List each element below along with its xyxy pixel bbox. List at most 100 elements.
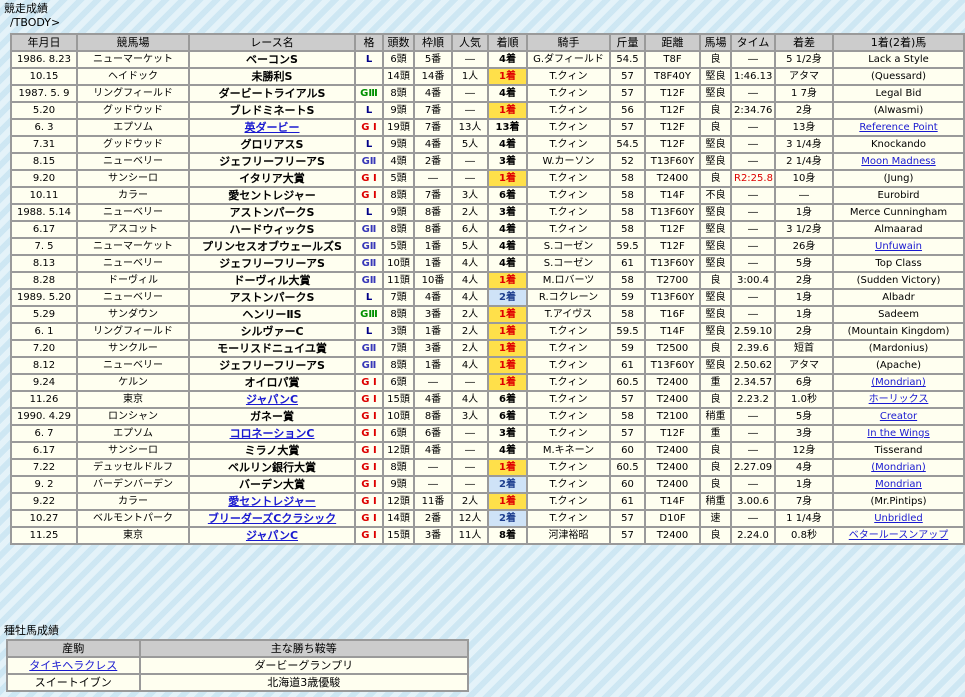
cell-going: 堅良 bbox=[701, 358, 730, 373]
cell-date: 6. 1 bbox=[12, 324, 76, 339]
cell-winner: Tisserand bbox=[834, 443, 963, 458]
table-row: 9. 2 バーデンバーデン バーデン大賞 G I 9頭 ― ― 2着 T.クィン 60 T2400 良… bbox=[12, 477, 963, 492]
cell-date: 8.15 bbox=[12, 154, 76, 169]
cell-winner: Unbridled bbox=[834, 511, 963, 526]
table-row: 7. 5 ニューマーケット プリンセスオブウェールズS GⅡ 5頭 1番 5人 4着 S.コーゼ… bbox=[12, 239, 963, 254]
cell-winner-link[interactable]: Mondrian bbox=[875, 479, 922, 490]
table-row: 7.20 サンクルー モーリスドニュイユ賞 GⅡ 7頭 3番 2人 1着 T.クィン 59 T250… bbox=[12, 341, 963, 356]
cell-race-name-link[interactable]: ブリーダーズCクラシック bbox=[208, 512, 336, 525]
cell-grade: G I bbox=[356, 460, 382, 475]
cell-race-name-link[interactable]: コロネーションC bbox=[230, 427, 315, 440]
cell-race-name-link[interactable]: ジャパンC bbox=[246, 393, 298, 406]
cell-date: 11.25 bbox=[12, 528, 76, 543]
cell-course: アスコット bbox=[78, 222, 188, 237]
race-record-title: 競走成績 bbox=[4, 2, 48, 15]
cell-race-name: ジャパンC bbox=[190, 528, 354, 543]
table-row: 1989. 5.20 ニューベリー アストンパークS L 7頭 4番 4人 2着 R.コクレーン… bbox=[12, 290, 963, 305]
cell-race-name: モーリスドニュイユ賞 bbox=[190, 341, 354, 356]
cell-winner: (Mr.Pintips) bbox=[834, 494, 963, 509]
cell-margin: 2身 bbox=[776, 273, 832, 288]
cell-date: 6. 7 bbox=[12, 426, 76, 441]
stud-rows: タイキヘラクレス ダービーグランプリ スイートイブン 北海道3歳優駿 bbox=[8, 658, 467, 690]
cell-popularity: ― bbox=[453, 426, 487, 441]
cell-popularity: 6人 bbox=[453, 222, 487, 237]
cell-date: 1990. 4.29 bbox=[12, 409, 76, 424]
cell-distance: D10F bbox=[646, 511, 699, 526]
cell-winner-link[interactable]: Moon Madness bbox=[861, 156, 935, 167]
cell-distance: T13F60Y bbox=[646, 256, 699, 271]
cell-margin: 1.0秒 bbox=[776, 392, 832, 407]
cell-course: ニューベリー bbox=[78, 154, 188, 169]
cell-field-size: 6頭 bbox=[384, 52, 413, 67]
cell-field-size: 15頭 bbox=[384, 528, 413, 543]
col-header-major-wins: 主な勝ち鞍等 bbox=[140, 641, 467, 656]
cell-winner-link[interactable]: Unbridled bbox=[874, 513, 923, 524]
cell-date: 10.27 bbox=[12, 511, 76, 526]
cell-winner-link[interactable]: ベタールースンアップ bbox=[849, 530, 949, 541]
cell-finish: 1着 bbox=[489, 494, 526, 509]
table-row: 6. 1 リングフィールド シルヴァーC L 3頭 1番 2人 1着 T.クィン 59.5 T14F… bbox=[12, 324, 963, 339]
cell-offspring: スイートイブン bbox=[8, 675, 139, 690]
cell-course: ベルモントパーク bbox=[78, 511, 188, 526]
cell-margin: 4身 bbox=[776, 460, 832, 475]
cell-finish: 4着 bbox=[489, 86, 526, 101]
col-header-course: 競馬場 bbox=[78, 35, 188, 50]
cell-going: 堅良 bbox=[701, 290, 730, 305]
cell-race-name: ガネー賞 bbox=[190, 409, 354, 424]
stud-record-title: 種牡馬成績 bbox=[4, 624, 59, 637]
cell-winner-link[interactable]: Creator bbox=[880, 411, 917, 422]
cell-date: 1986. 8.23 bbox=[12, 52, 76, 67]
cell-grade: GⅡ bbox=[356, 222, 382, 237]
col-header-going: 馬場 bbox=[701, 35, 730, 50]
cell-winner-link[interactable]: In the Wings bbox=[867, 428, 929, 439]
cell-major-wins: ダービーグランプリ bbox=[140, 658, 467, 673]
cell-going: 良 bbox=[701, 460, 730, 475]
cell-winner-link[interactable]: Unfuwain bbox=[875, 241, 922, 252]
cell-margin: 26身 bbox=[776, 239, 832, 254]
race-header-row: 年月日 競馬場 レース名格頭数 枠順 人気 着順 騎手 斤量 距離 馬場 タイム 着差 1着(2着)馬 bbox=[12, 35, 963, 50]
cell-winner-link[interactable]: (Mondrian) bbox=[871, 462, 926, 473]
cell-going: 堅良 bbox=[701, 222, 730, 237]
cell-winner: Unfuwain bbox=[834, 239, 963, 254]
cell-grade: GⅡ bbox=[356, 273, 382, 288]
cell-field-size: 10頭 bbox=[384, 256, 413, 271]
cell-finish: 6着 bbox=[489, 392, 526, 407]
cell-winner-link[interactable]: ホーリックス bbox=[869, 394, 929, 405]
cell-race-name: 愛セントレジャー bbox=[190, 494, 354, 509]
cell-margin: 12身 bbox=[776, 443, 832, 458]
table-row: 8.12 ニューベリー ジェフリーフリーアS GⅡ 8頭 1番 4人 1着 T.クィン 61 T13… bbox=[12, 358, 963, 373]
table-row: 8.28 ドーヴィル ドーヴィル大賞 GⅡ 11頭 10番 4人 1着 M.ロバーツ 58 T270… bbox=[12, 273, 963, 288]
cell-finish: 4着 bbox=[489, 222, 526, 237]
cell-date: 7.22 bbox=[12, 460, 76, 475]
cell-popularity: 2人 bbox=[453, 205, 487, 220]
cell-offspring: タイキヘラクレス bbox=[8, 658, 139, 673]
cell-popularity: 4人 bbox=[453, 392, 487, 407]
cell-race-name-link[interactable]: 英ダービー bbox=[245, 121, 300, 134]
cell-winner: Top Class bbox=[834, 256, 963, 271]
cell-race-name-link[interactable]: ジャパンC bbox=[246, 529, 298, 542]
cell-popularity: 4人 bbox=[453, 256, 487, 271]
table-row: 6.17 サンシーロ ミラノ大賞 G I 12頭 4番 ― 4着 M.キネーン 60 T2400 良 ―… bbox=[12, 443, 963, 458]
col-header-grade: 格 bbox=[356, 35, 382, 50]
cell-post: 1番 bbox=[415, 256, 451, 271]
cell-finish: 4着 bbox=[489, 239, 526, 254]
cell-finish: 3着 bbox=[489, 205, 526, 220]
cell-course: ケルン bbox=[78, 375, 188, 390]
cell-jockey: T.クィン bbox=[528, 511, 609, 526]
cell-time: ― bbox=[732, 409, 774, 424]
cell-weight: 60 bbox=[611, 477, 644, 492]
offspring-link[interactable]: タイキヘラクレス bbox=[29, 659, 117, 672]
cell-time: 1:46.13 bbox=[732, 69, 774, 84]
cell-winner-link[interactable]: Reference Point bbox=[859, 122, 937, 133]
cell-finish: 4着 bbox=[489, 443, 526, 458]
cell-race-name: アストンパークS bbox=[190, 290, 354, 305]
cell-jockey: T.クィン bbox=[528, 103, 609, 118]
cell-weight: 58 bbox=[611, 171, 644, 186]
cell-grade: GⅡ bbox=[356, 256, 382, 271]
cell-distance: T2400 bbox=[646, 375, 699, 390]
cell-race-name-link[interactable]: 愛セントレジャー bbox=[228, 495, 315, 508]
cell-winner-link[interactable]: (Mondrian) bbox=[871, 377, 926, 388]
cell-finish: 4着 bbox=[489, 52, 526, 67]
cell-distance: T12F bbox=[646, 426, 699, 441]
cell-distance: T13F60Y bbox=[646, 154, 699, 169]
